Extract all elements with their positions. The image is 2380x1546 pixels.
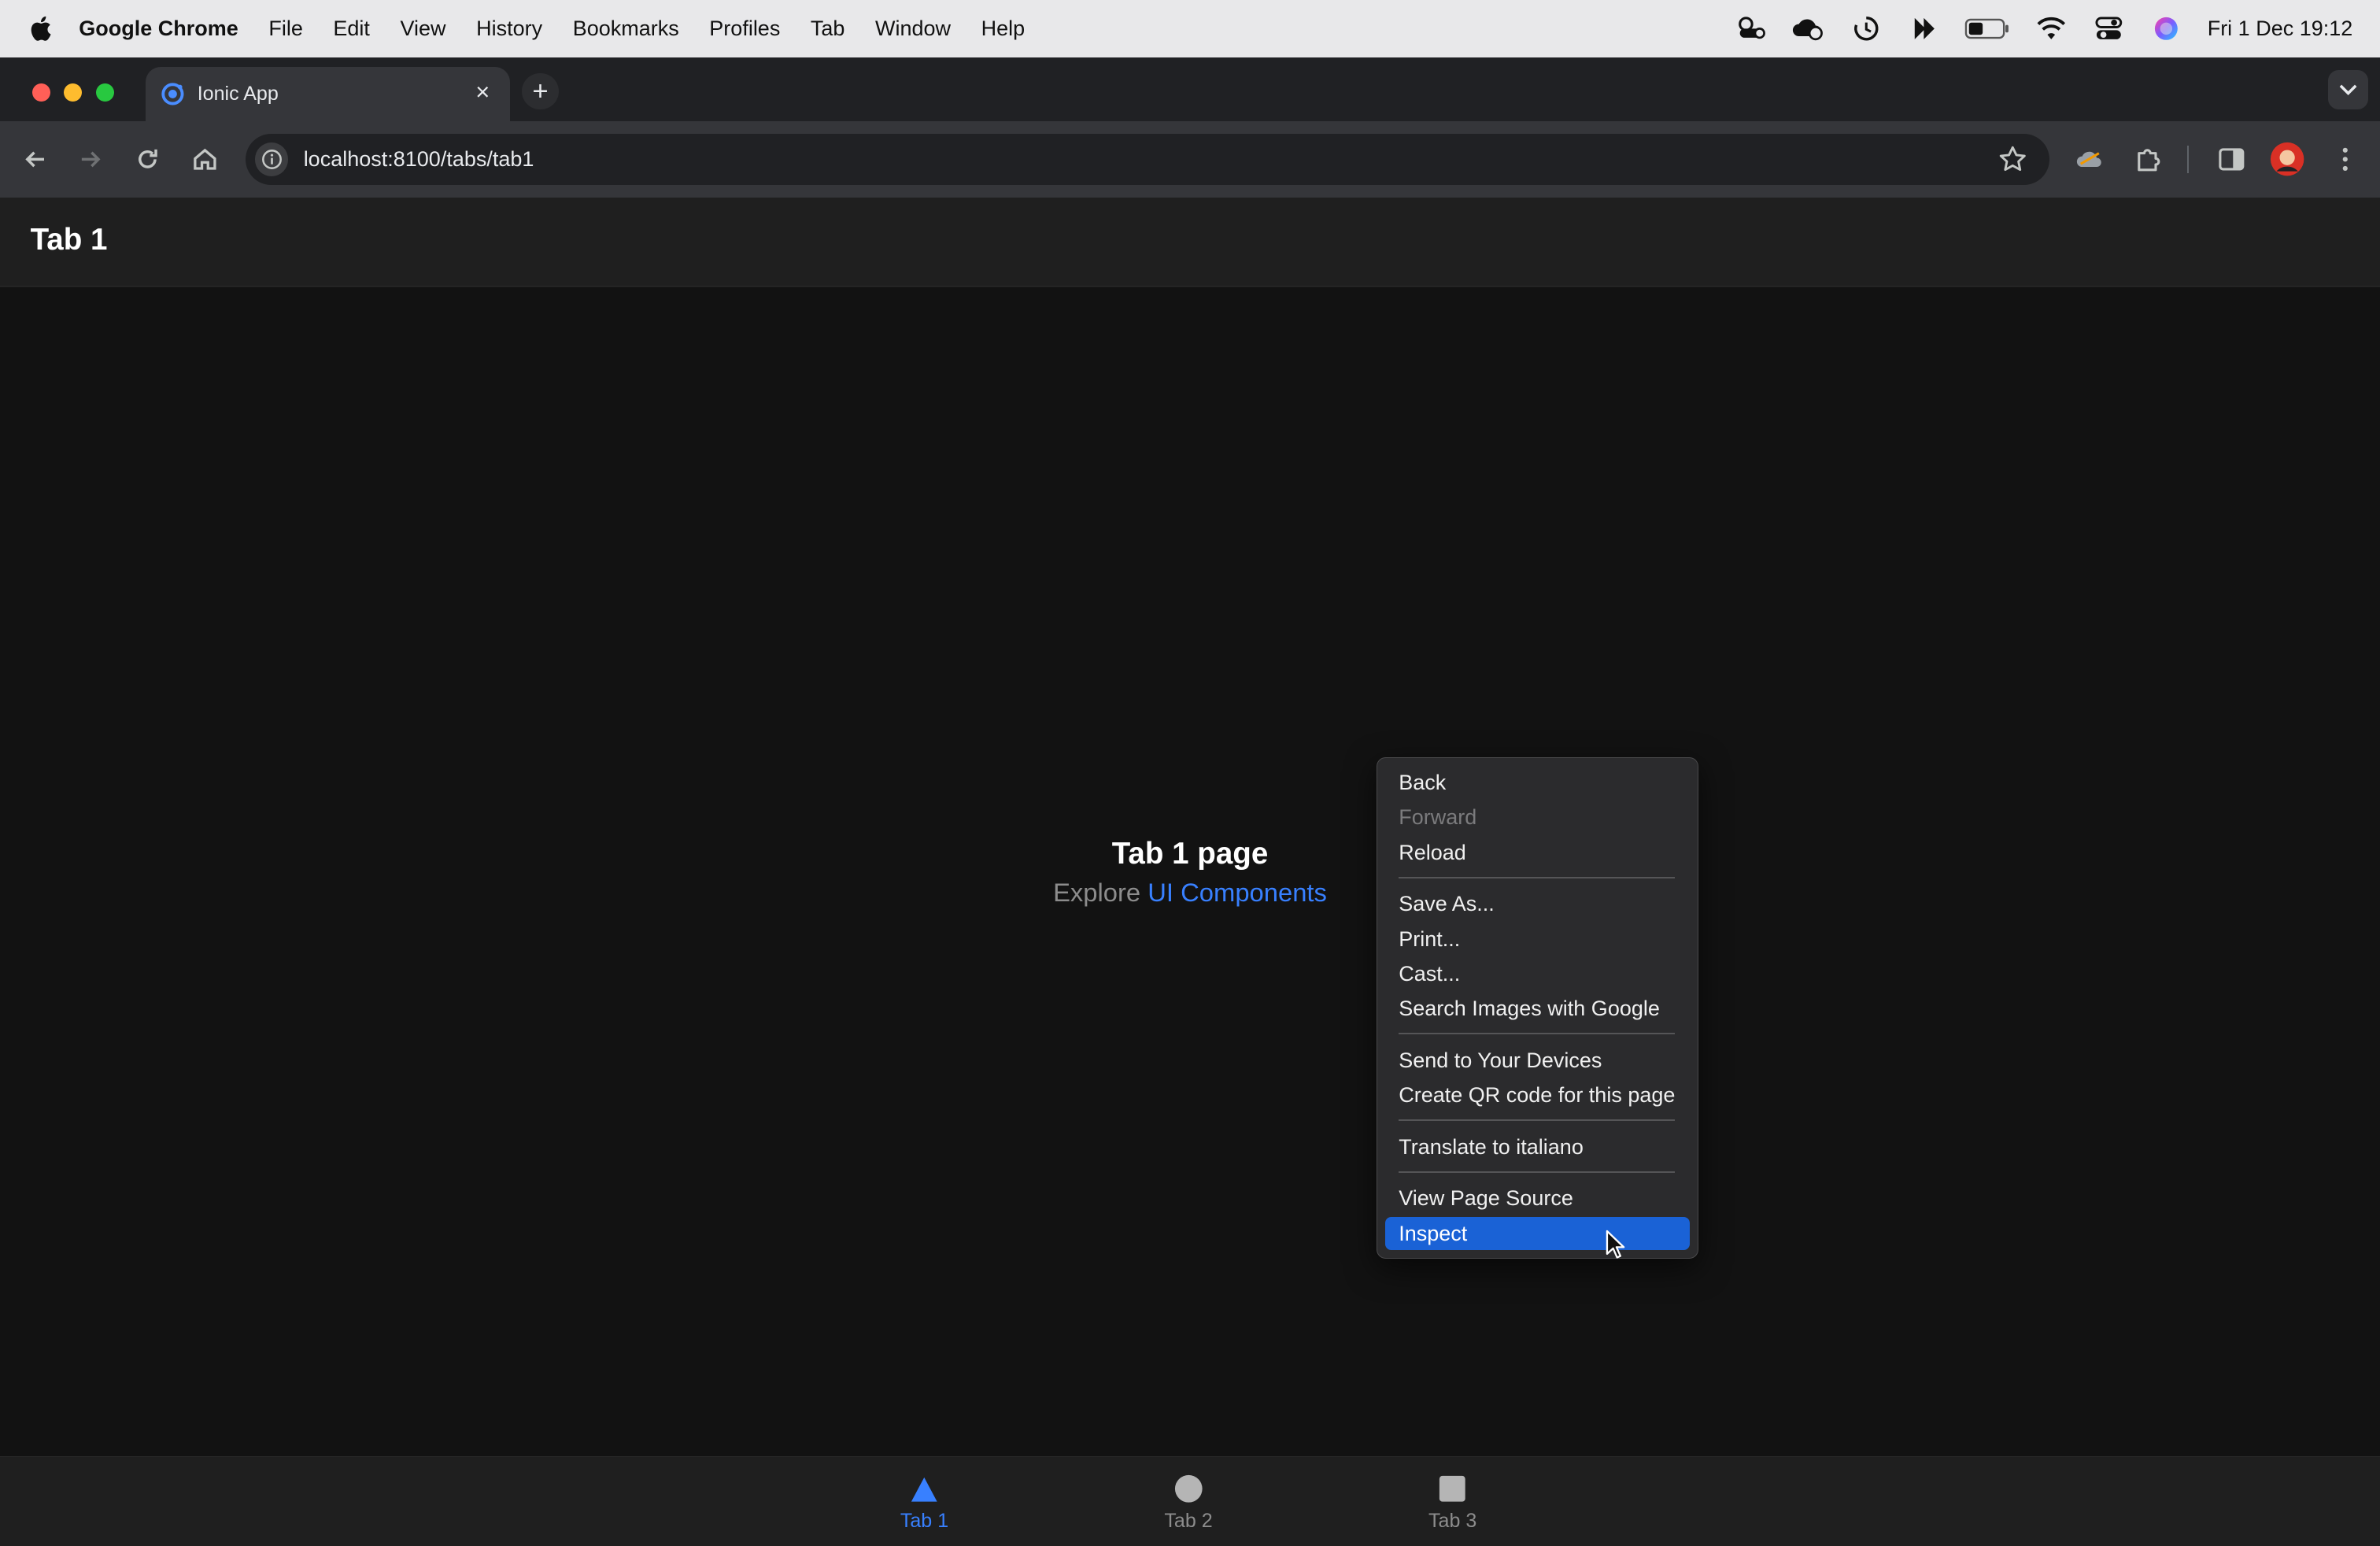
menu-separator — [1399, 876, 1676, 878]
bookmark-star-icon[interactable] — [1998, 144, 2028, 175]
forward-button[interactable] — [73, 141, 109, 177]
tab-label: Tab 2 — [1164, 1510, 1213, 1532]
context-menu-cast[interactable]: Cast... — [1399, 959, 1460, 989]
context-menu-search-images[interactable]: Search Images with Google — [1399, 993, 1660, 1024]
page-content[interactable]: Tab 1 page Explore UI Components — [0, 287, 2380, 1456]
menu-tab[interactable]: Tab — [811, 17, 845, 41]
context-menu-back[interactable]: Back — [1399, 767, 1446, 798]
cloud-sync-icon[interactable] — [1791, 15, 1824, 43]
context-menu-save-as[interactable]: Save As... — [1399, 889, 1495, 919]
address-bar[interactable]: localhost:8100/tabs/tab1 — [246, 133, 2049, 186]
toolbar-divider — [2187, 146, 2189, 173]
siri-icon[interactable] — [2149, 15, 2182, 43]
media-control-icon[interactable] — [1907, 15, 1940, 43]
app-toolbar: Tab 1 — [0, 197, 2380, 287]
context-menu-create-qr[interactable]: Create QR code for this page — [1399, 1080, 1675, 1111]
menu-history[interactable]: History — [476, 17, 542, 41]
close-tab-icon[interactable]: × — [471, 80, 495, 105]
menu-edit[interactable]: Edit — [333, 17, 370, 41]
context-menu-reload[interactable]: Reload — [1399, 838, 1466, 868]
apple-icon[interactable] — [28, 15, 52, 43]
tab-button-tab3[interactable]: Tab 3 — [1377, 1457, 1528, 1546]
wifi-icon[interactable] — [2034, 15, 2068, 43]
menu-separator — [1399, 1171, 1676, 1173]
site-info-icon[interactable] — [254, 142, 289, 176]
battery-icon[interactable] — [1964, 15, 2010, 43]
tab-label: Tab 1 — [900, 1510, 949, 1532]
tab-label: Tab 3 — [1428, 1510, 1477, 1532]
menu-window[interactable]: Window — [875, 17, 951, 41]
reload-icon — [138, 149, 157, 168]
url-text[interactable]: localhost:8100/tabs/tab1 — [304, 147, 534, 172]
chrome-menu-icon[interactable] — [2327, 141, 2363, 177]
tab-button-tab2[interactable]: Tab 2 — [1113, 1457, 1265, 1546]
home-button[interactable] — [187, 141, 223, 177]
browser-tab[interactable]: Ionic App × — [146, 66, 510, 122]
mouse-cursor-icon — [1606, 1230, 1625, 1259]
explore-text: Explore UI Components — [0, 878, 2380, 908]
menu-profiles[interactable]: Profiles — [709, 17, 780, 41]
control-center-icon[interactable] — [2092, 15, 2125, 43]
menu-separator — [1399, 1033, 1676, 1035]
arrow-right-icon — [82, 151, 101, 168]
tab-button-tab1[interactable]: Tab 1 — [848, 1457, 1000, 1546]
browser-tab-title: Ionic App — [197, 83, 279, 105]
reload-button[interactable] — [129, 141, 165, 177]
browser-toolbar: localhost:8100/tabs/tab1 — [0, 121, 2380, 198]
menu-help[interactable]: Help — [981, 17, 1026, 41]
context-menu-view-source[interactable]: View Page Source — [1399, 1183, 1573, 1214]
menu-separator — [1399, 1119, 1676, 1122]
close-window-button[interactable] — [31, 83, 50, 102]
ellipse-icon — [1174, 1474, 1203, 1503]
chevron-down-icon — [2339, 84, 2357, 96]
tab-search-button[interactable] — [2328, 69, 2368, 109]
extensions-puzzle-icon[interactable] — [2130, 141, 2166, 177]
menu-app-name[interactable]: Google Chrome — [79, 17, 238, 41]
bottom-tab-bar: Tab 1 Tab 2 Tab 3 — [0, 1455, 2380, 1546]
weather-icon[interactable] — [1734, 15, 1767, 43]
context-menu-forward: Forward — [1399, 805, 1477, 830]
context-menu: Back Forward Reload Save As... Print... … — [1377, 757, 1699, 1259]
page-heading: Tab 1 page — [1111, 836, 1269, 871]
square-icon — [1439, 1475, 1466, 1502]
back-button[interactable] — [17, 141, 53, 177]
new-tab-button[interactable]: + — [522, 72, 559, 109]
ionic-favicon-icon — [161, 83, 184, 105]
explore-prefix: Explore — [1053, 877, 1148, 907]
context-menu-inspect[interactable]: Inspect — [1399, 1219, 1467, 1249]
browser-tab-strip: Ionic App × + — [0, 57, 2380, 122]
page-title: Tab 1 — [30, 223, 108, 257]
triangle-icon — [911, 1477, 937, 1502]
zoom-window-button[interactable] — [95, 83, 114, 102]
menu-file[interactable]: File — [268, 17, 303, 41]
context-menu-print[interactable]: Print... — [1399, 924, 1460, 955]
context-menu-send-to-devices[interactable]: Send to Your Devices — [1399, 1045, 1602, 1076]
extension-cloud-icon[interactable] — [2072, 141, 2108, 177]
arrow-left-icon — [25, 151, 44, 168]
macos-menu-bar: Google Chrome File Edit View History Boo… — [0, 0, 2380, 58]
menu-clock[interactable]: Fri 1 Dec 19:12 — [2208, 17, 2353, 41]
ui-components-link[interactable]: UI Components — [1148, 878, 1327, 907]
profile-avatar[interactable] — [2269, 141, 2305, 177]
time-machine-icon[interactable] — [1850, 15, 1883, 43]
home-icon — [194, 148, 216, 170]
menu-bookmarks[interactable]: Bookmarks — [573, 17, 679, 41]
context-menu-translate[interactable]: Translate to italiano — [1399, 1132, 1584, 1163]
minimize-window-button[interactable] — [64, 83, 83, 102]
menu-view[interactable]: View — [401, 17, 446, 41]
side-panel-icon[interactable] — [2213, 141, 2249, 177]
